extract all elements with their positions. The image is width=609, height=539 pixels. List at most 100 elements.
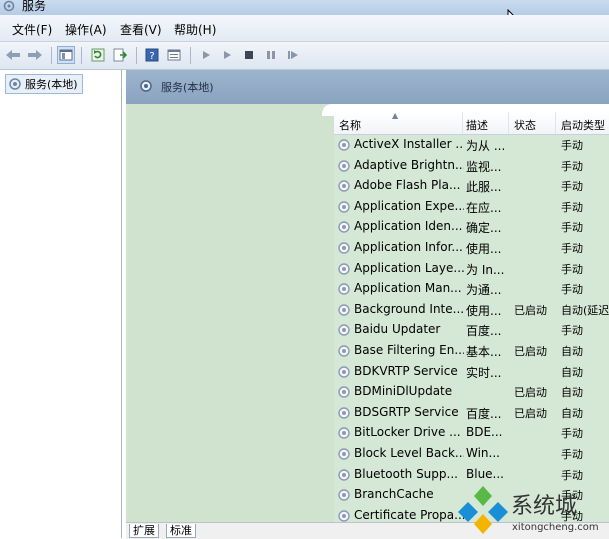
service-startup-type: 自动: [561, 345, 583, 358]
stop-service-button[interactable]: [240, 46, 258, 64]
pause-icon: [267, 51, 275, 59]
svg-text:?: ?: [149, 51, 154, 62]
toolbar-separator: [51, 47, 52, 64]
service-startup-type: 手动: [561, 262, 583, 276]
service-description: 监视...: [466, 159, 502, 174]
service-row[interactable]: Application Expe... 在应... 手动: [334, 197, 609, 217]
service-startup-type: 手动: [561, 242, 583, 255]
service-gear-icon: [338, 468, 350, 481]
menu-view[interactable]: 查看(V): [120, 21, 162, 38]
refresh-button[interactable]: [89, 46, 107, 64]
service-row[interactable]: Base Filtering En... 基本... 已启动 自动: [334, 341, 609, 361]
menu-action[interactable]: 操作(A): [65, 21, 107, 38]
menu-file[interactable]: 文件(F): [12, 21, 52, 38]
tree-item-services-local[interactable]: 服务(本地): [5, 74, 83, 94]
services-list: ▲ 名称 描述 状态 启动类型 ActiveX Installer ... 为从 …: [334, 111, 609, 523]
refresh-icon: [91, 48, 105, 62]
column-header-status[interactable]: 状态: [514, 117, 536, 133]
service-row[interactable]: Application Infor... 使用... 手动: [334, 238, 609, 258]
service-gear-icon: [338, 139, 350, 151]
menu-bar: 文件(F) 操作(A) 查看(V) 帮助(H): [0, 15, 609, 42]
pause-service-button[interactable]: [262, 46, 280, 64]
site-watermark: 系统城 xitongcheng.com: [458, 482, 609, 538]
service-row[interactable]: BitLocker Drive ... BDE... 手动: [334, 423, 609, 443]
service-description: 此服...: [466, 180, 502, 195]
service-startup-type: 手动: [561, 448, 583, 461]
properties-button[interactable]: [165, 46, 183, 64]
service-row[interactable]: BDMiniDlUpdate 已启动 自动: [334, 382, 609, 402]
tree-item-label: 服务(本地): [25, 78, 78, 91]
service-name: Background Inte...: [354, 301, 464, 316]
start-service-button[interactable]: [197, 46, 215, 64]
service-description: BDE...: [466, 425, 503, 440]
service-startup-type: 自动: [561, 406, 583, 420]
services-gear-icon: [140, 80, 152, 92]
service-description: Win...: [466, 446, 500, 460]
sort-up-icon: ▲: [392, 111, 399, 120]
service-startup-type: 手动: [561, 283, 583, 297]
service-name: Bluetooth Supp...: [354, 466, 458, 481]
forward-button[interactable]: [26, 46, 44, 64]
service-name: Adobe Flash Pla...: [354, 178, 461, 193]
show-console-tree-button[interactable]: [57, 46, 75, 64]
service-gear-icon: [338, 448, 350, 460]
service-row[interactable]: Application Iden... 确定... 手动: [334, 217, 609, 237]
export-list-button[interactable]: [111, 46, 129, 64]
service-row[interactable]: Adobe Flash Pla... 此服... 手动: [334, 176, 609, 196]
services-panel: 服务(本地) ▲ 名称 描述 状态 启动类型 ActiveX Installer…: [126, 70, 609, 538]
column-header-description[interactable]: 描述: [466, 117, 488, 133]
service-gear-icon: [338, 489, 350, 501]
service-row[interactable]: Block Level Back... Win... 手动: [334, 444, 609, 464]
service-description: 基本...: [466, 345, 502, 359]
column-header-startup-type[interactable]: 启动类型: [561, 117, 605, 133]
service-name: Application Infor...: [354, 240, 463, 254]
start-alt-button[interactable]: [218, 46, 236, 64]
service-name: BDKVRTP Service: [354, 363, 458, 378]
service-row[interactable]: Application Laye... 为 In... 手动: [334, 259, 609, 279]
service-row[interactable]: BDSGRTP Service 百度... 已启动 自动: [334, 403, 609, 423]
column-header-name[interactable]: 名称: [339, 117, 361, 133]
service-description: 使用...: [466, 242, 502, 256]
help-button[interactable]: ?: [143, 46, 161, 64]
watermark-url: xitongcheng.com: [512, 522, 599, 533]
service-gear-icon: [338, 365, 350, 378]
service-gear-icon: [338, 242, 350, 254]
start-service-icon: [203, 51, 210, 59]
service-row[interactable]: Application Man... 为通... 手动: [334, 279, 609, 299]
tab-standard[interactable]: 标准: [166, 524, 196, 538]
column-divider[interactable]: [555, 112, 556, 134]
service-name: BitLocker Drive ...: [354, 425, 461, 440]
service-status: 已启动: [514, 386, 547, 400]
restart-service-button[interactable]: [284, 46, 302, 64]
window-title: 服务: [22, 0, 47, 13]
service-name: Application Man...: [354, 281, 462, 296]
service-name: Base Filtering En...: [354, 343, 464, 357]
service-status: 已启动: [514, 303, 547, 317]
toolbar-separator: [136, 47, 137, 64]
service-name: BDMiniDlUpdate: [354, 384, 453, 399]
console-tree-icon: [59, 49, 73, 61]
service-name: Adaptive Brightn...: [354, 157, 464, 172]
column-divider[interactable]: [508, 112, 509, 134]
service-name: Application Iden...: [354, 219, 463, 234]
service-startup-type: 手动: [561, 221, 583, 235]
menu-help[interactable]: 帮助(H): [174, 21, 216, 38]
service-row[interactable]: Baidu Updater 百度... 手动: [334, 320, 609, 340]
column-divider[interactable]: [462, 112, 463, 134]
panel-header: 服务(本地): [126, 70, 609, 104]
service-name: ActiveX Installer ...: [354, 137, 464, 151]
service-name: Certificate Propa...: [354, 507, 464, 522]
service-description: 在应...: [466, 200, 502, 215]
tab-extended[interactable]: 扩展: [129, 524, 159, 538]
service-startup-type: 自动(延迟: [561, 303, 609, 317]
service-row[interactable]: BDKVRTP Service 实时... 自动: [334, 362, 609, 382]
back-button[interactable]: [4, 46, 22, 64]
service-startup-type: 手动: [561, 139, 583, 152]
service-description: 确定...: [466, 221, 502, 236]
help-icon: ?: [145, 48, 159, 62]
service-row[interactable]: Adaptive Brightn... 监视... 手动: [334, 156, 609, 176]
service-name: BDSGRTP Service: [354, 404, 459, 419]
service-row[interactable]: Background Inte... 使用... 已启动 自动(延迟: [334, 300, 609, 320]
service-row[interactable]: ActiveX Installer ... 为从 ... 手动: [334, 135, 609, 155]
services-gear-icon: [9, 78, 21, 90]
